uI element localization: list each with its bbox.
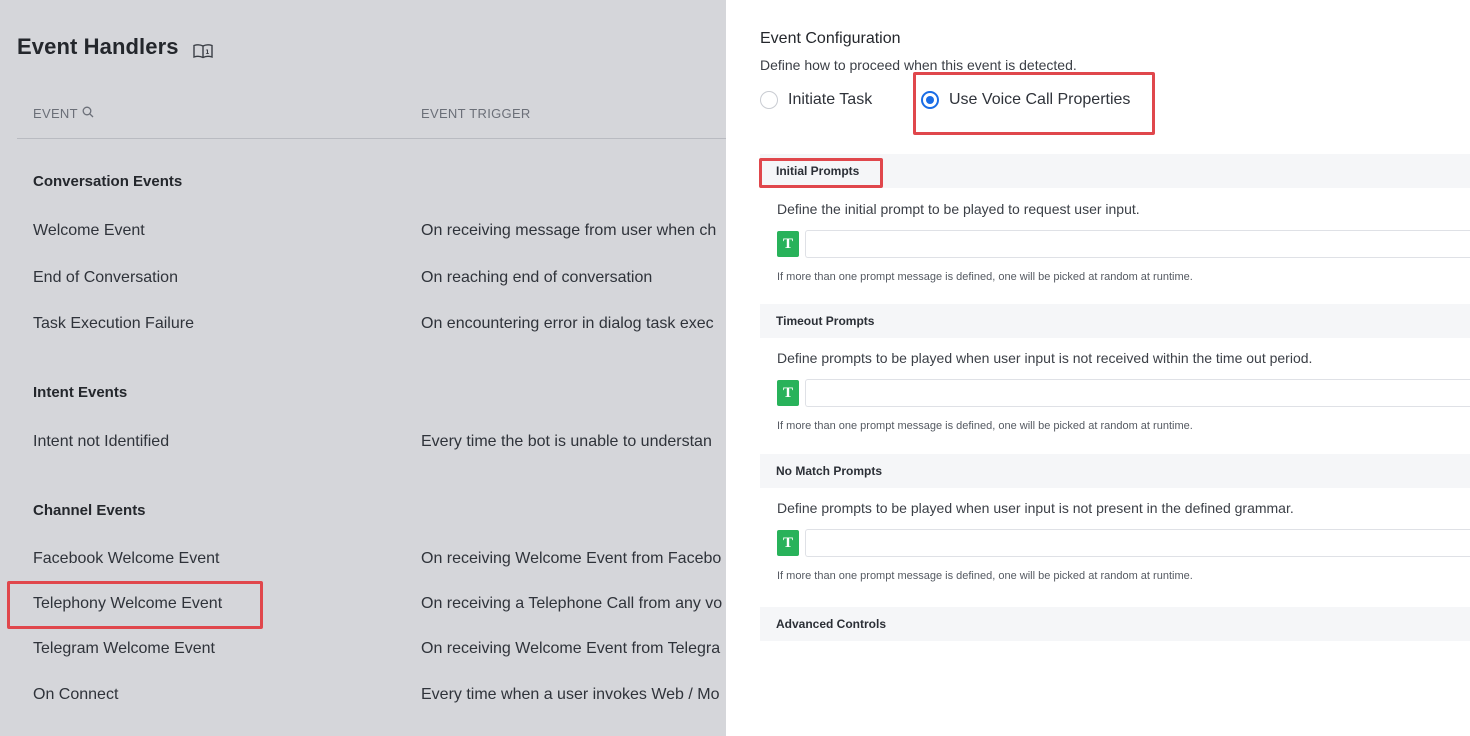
configuration-description: Define how to proceed when this event is… (760, 57, 1077, 73)
hint-no-match-prompts: If more than one prompt message is defin… (777, 570, 1193, 582)
book-icon[interactable]: 1 (192, 39, 213, 59)
group-title-conversation: Conversation Events (33, 173, 183, 190)
event-trigger-end-of-conversation: On reaching end of conversation (421, 269, 653, 286)
event-name-facebook-welcome[interactable]: Facebook Welcome Event (33, 550, 219, 568)
timeout-prompt-input[interactable] (805, 379, 1470, 407)
group-title-channel: Channel Events (33, 502, 146, 519)
section-description-initial-prompts: Define the initial prompt to be played t… (777, 201, 1140, 217)
event-name-welcome[interactable]: Welcome Event (33, 222, 145, 240)
section-title-timeout-prompts: Timeout Prompts (776, 314, 875, 328)
page-title-text: Event Handlers (17, 34, 179, 59)
event-trigger-task-execution-failure: On encountering error in dialog task exe… (421, 315, 714, 332)
section-title-no-match-prompts: No Match Prompts (776, 464, 883, 478)
event-trigger-telegram-welcome: On receiving Welcome Event from Telegra (421, 640, 721, 657)
event-trigger-telephony-welcome: On receiving a Telephone Call from any v… (421, 595, 723, 612)
hint-initial-prompts: If more than one prompt message is defin… (777, 271, 1193, 283)
highlight-voice-call-option (913, 72, 1155, 135)
section-description-timeout-prompts: Define prompts to be played when user in… (777, 350, 1313, 366)
highlight-telephony-welcome (7, 581, 263, 629)
text-prompt-icon[interactable]: T (777, 530, 799, 556)
event-trigger-intent-not-identified: Every time the bot is unable to understa… (421, 433, 712, 450)
text-prompt-icon[interactable]: T (777, 380, 799, 406)
configuration-title: Event Configuration (760, 30, 901, 47)
hint-timeout-prompts: If more than one prompt message is defin… (777, 420, 1193, 432)
event-configuration-panel: Event Configuration Define how to procee… (726, 0, 1470, 736)
event-trigger-on-connect: Every time when a user invokes Web / Mo (421, 686, 720, 703)
page-title: Event Handlers 1 (17, 34, 213, 60)
option-initiate-task-label: Initiate Task (788, 91, 873, 108)
event-name-end-of-conversation[interactable]: End of Conversation (33, 269, 178, 287)
event-trigger-facebook-welcome: On receiving Welcome Event from Facebo (421, 550, 722, 567)
event-name-on-connect[interactable]: On Connect (33, 686, 118, 704)
prompt-row-initial: T (777, 230, 1470, 258)
radio-initiate-task[interactable] (760, 91, 778, 109)
no-match-prompt-input[interactable] (805, 529, 1470, 557)
svg-text:1: 1 (205, 49, 209, 56)
event-name-intent-not-identified[interactable]: Intent not Identified (33, 433, 169, 451)
event-trigger-welcome: On receiving message from user when ch (421, 222, 717, 239)
prompt-row-no-match: T (777, 529, 1470, 557)
search-icon[interactable] (82, 106, 94, 121)
highlight-initial-prompts (759, 158, 883, 188)
group-title-intent: Intent Events (33, 384, 128, 401)
option-initiate-task[interactable]: Initiate Task (760, 91, 872, 109)
section-title-advanced-controls: Advanced Controls (776, 617, 887, 631)
column-header-event[interactable]: EVENT (33, 106, 94, 121)
initial-prompt-input[interactable] (805, 230, 1470, 258)
section-description-no-match-prompts: Define prompts to be played when user in… (777, 500, 1294, 516)
header-divider (17, 138, 726, 139)
prompt-row-timeout: T (777, 379, 1470, 407)
event-handlers-panel: Event Handlers 1 EVENT EVENT TRIGGER Con… (0, 0, 726, 736)
event-name-telegram-welcome[interactable]: Telegram Welcome Event (33, 640, 215, 658)
text-prompt-icon[interactable]: T (777, 231, 799, 257)
event-name-task-execution-failure[interactable]: Task Execution Failure (33, 315, 194, 333)
column-header-event-label: EVENT (33, 106, 78, 121)
column-header-trigger: EVENT TRIGGER (421, 106, 531, 121)
